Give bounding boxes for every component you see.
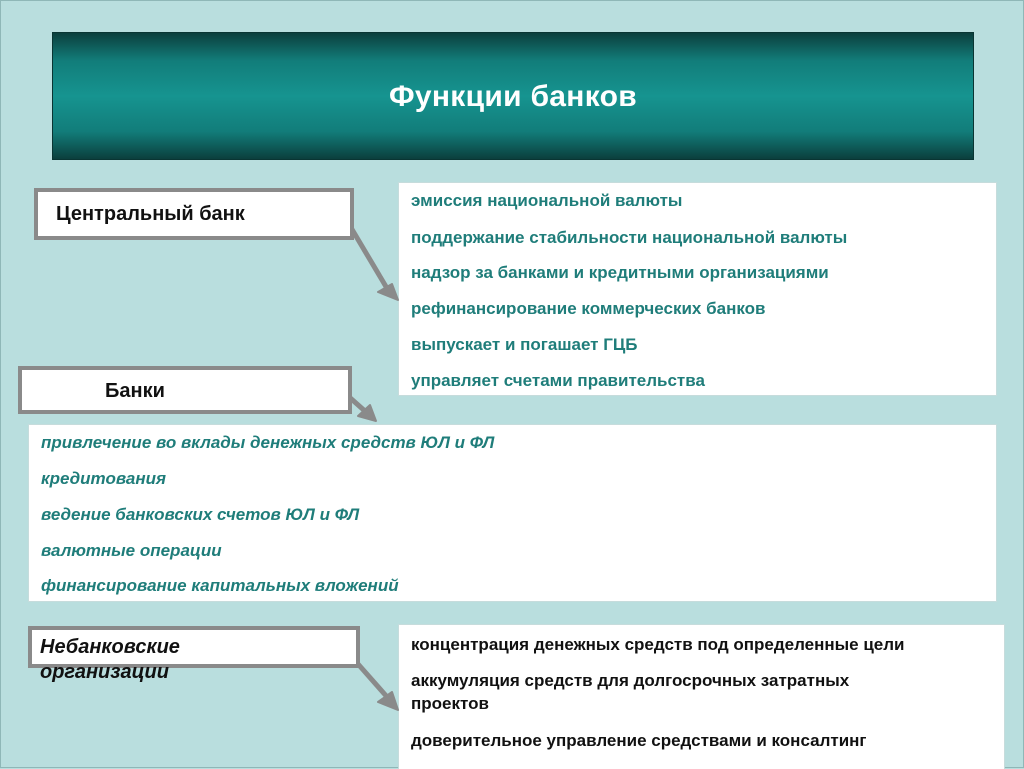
title-banner: Функции банков [52, 32, 974, 160]
banks-functions-panel: привлечение во вклады денежных средств Ю… [28, 424, 997, 602]
nonbank-functions-panel: концентрация денежных средств под опреде… [398, 624, 1005, 769]
nonbank-function: аккумуляция средств для долгосрочных зат… [411, 671, 850, 690]
banks-function: ведение банковских счетов ЮЛ и ФЛ [41, 505, 360, 524]
banks-label-box: Банки [18, 366, 352, 414]
central-bank-function: управляет счетами правительства [411, 371, 705, 390]
nonbank-label-line1: Небанковские [40, 636, 180, 658]
central-bank-function: рефинансирование коммерческих банков [411, 299, 766, 318]
nonbank-function: доверительное управление средствами и ко… [411, 731, 867, 750]
central-bank-functions-panel: эмиссия национальной валюты поддержание … [398, 182, 997, 396]
central-bank-function: эмиссия национальной валюты [411, 191, 683, 210]
banks-function: валютные операции [41, 541, 222, 560]
banks-function: кредитования [41, 469, 166, 488]
banks-label: Банки [105, 380, 165, 402]
central-bank-function: выпускает и погашает ГЦБ [411, 335, 638, 354]
banks-function: финансирование капитальных вложений [41, 576, 399, 595]
slide-title: Функции банков [388, 80, 637, 113]
central-bank-function: поддержание стабильности национальной ва… [411, 228, 848, 247]
banks-function: привлечение во вклады денежных средств Ю… [41, 433, 495, 452]
nonbank-function-continuation: проектов [411, 694, 489, 713]
central-bank-function: надзор за банками и кредитными организац… [411, 263, 829, 282]
central-bank-label: Центральный банк [56, 203, 245, 225]
nonbank-label-line2: организации [40, 661, 169, 683]
nonbank-function: концентрация денежных средств под опреде… [411, 635, 905, 654]
central-bank-label-box: Центральный банк [34, 188, 354, 240]
